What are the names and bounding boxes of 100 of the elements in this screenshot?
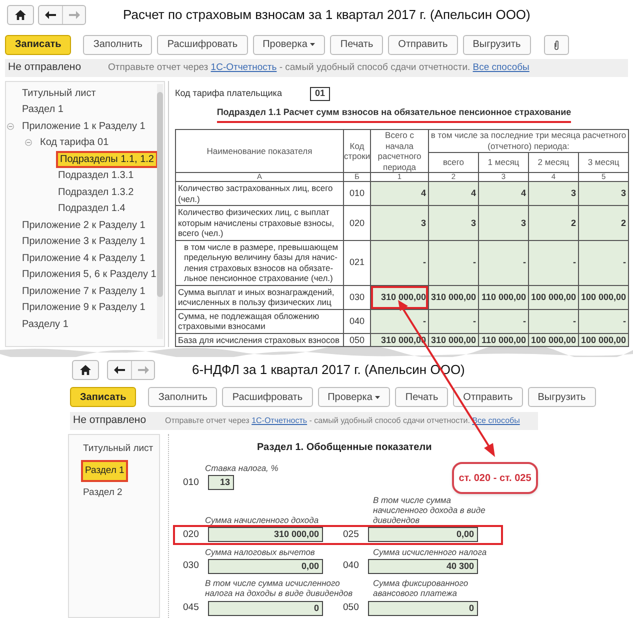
value-cell[interactable]: - <box>578 240 629 285</box>
value-cell[interactable]: 3 <box>478 206 528 240</box>
value-cell[interactable]: 4 <box>428 182 478 206</box>
column-header: Код строки <box>344 130 370 172</box>
row-label: в том числе в размере, превышающем предельную величину базы для начис- ления страховых взносов на обязате- льное пенсионное страхование (чел.) <box>176 240 344 285</box>
input-field[interactable]: 310 000,00 <box>208 527 323 542</box>
toolbar-button[interactable]: Расшифровать <box>222 387 313 407</box>
column-header: в том числе за последние три месяца расчетного (отчетного) периода: <box>428 130 629 152</box>
tree-item[interactable]: Подраздел 1.3.2 <box>56 186 136 199</box>
caret-icon <box>375 396 380 398</box>
input-field[interactable]: 13 <box>208 475 234 490</box>
save-button[interactable]: Записать <box>5 34 72 54</box>
value-cell[interactable]: - <box>428 309 478 333</box>
value-cell[interactable]: 2 <box>528 206 578 240</box>
value-cell[interactable]: - <box>528 309 578 333</box>
home-button[interactable] <box>72 360 99 380</box>
value-cell[interactable]: 3 <box>578 182 629 206</box>
save-button[interactable]: Записать <box>70 387 136 407</box>
input-field[interactable]: 0 <box>208 600 323 616</box>
tree-item[interactable]: Приложение 2 к Разделу 1 <box>20 218 148 232</box>
tree-item[interactable]: Титульный лист <box>20 86 98 100</box>
reporting-link[interactable]: 1С-Отчетность <box>210 62 277 73</box>
tree-item[interactable]: Подраздел 1.4 <box>56 202 128 216</box>
input-field[interactable]: 0,00 <box>368 527 478 542</box>
value-cell[interactable]: - <box>478 309 528 333</box>
value-cell[interactable]: - <box>370 240 428 285</box>
tree-item[interactable]: Приложение 7 к Разделу 1 <box>20 284 148 298</box>
tree-item[interactable]: Код тарифа 01 <box>38 136 111 150</box>
value-cell[interactable]: 2 <box>578 206 629 240</box>
value-cell[interactable]: 100 000,00 <box>578 285 629 309</box>
home-button[interactable] <box>7 5 34 25</box>
toolbar-button[interactable]: Выгрузить <box>528 387 596 407</box>
value-cell[interactable]: 100 000,00 <box>528 333 578 346</box>
value-cell[interactable]: 4 <box>478 182 528 206</box>
tree-item[interactable]: Приложение 9 к Разделу 1 <box>20 301 148 314</box>
toolbar-button[interactable]: Расшифровать <box>157 34 248 54</box>
field-label: Ставка налога, % <box>205 463 280 473</box>
tree-item[interactable]: Подраздел 1.3.1 <box>56 169 136 182</box>
home-icon <box>15 10 26 20</box>
tree-item[interactable]: Приложения 5, 6 к Разделу 1 <box>20 268 158 282</box>
column-header: 2 месяц <box>528 152 578 172</box>
status-label: Не отправлено <box>8 60 82 76</box>
row-label: Количество физических лиц, с выплат которым начислены страховые взносы, всего (чел.) <box>176 206 344 240</box>
value-cell[interactable]: 3 <box>428 206 478 240</box>
row-code: 030 <box>344 285 370 309</box>
value-cell[interactable]: 110 000,00 <box>478 285 528 309</box>
field-label: Сумма фиксированного авансового платежа <box>373 578 470 598</box>
value-cell[interactable]: 110 000,00 <box>478 333 528 346</box>
home-icon <box>80 365 91 375</box>
tree-item[interactable]: Разделу 1 <box>20 318 70 331</box>
input-field[interactable]: 40 300 <box>368 558 478 574</box>
reporting-link[interactable]: 1С-Отчетность <box>252 416 308 425</box>
field-code: 020 <box>183 528 200 542</box>
toolbar-button[interactable]: Выгрузить <box>462 34 531 54</box>
row-label: Количество застрахованных лиц, всего (чел.) <box>176 182 344 206</box>
status-message: Отправьте отчет через 1С-Отчетность - самый удобный способ сдачи отчетности. Все способы <box>108 60 530 75</box>
toolbar-button[interactable]: Заполнить <box>83 34 152 54</box>
back-arrow-icon <box>45 11 56 19</box>
callout: ст. 020 - ст. 025 <box>452 462 538 494</box>
toolbar-button[interactable]: Печать <box>330 34 384 54</box>
field-code: 030 <box>183 559 200 574</box>
tree-item[interactable]: Раздел 1 <box>81 460 128 482</box>
tree-item[interactable]: Раздел 1 <box>20 103 66 116</box>
tree-item[interactable]: Раздел 2 <box>81 486 124 500</box>
column-header: 3 месяц <box>578 152 629 172</box>
value-cell[interactable]: 310 000,00 <box>428 285 478 309</box>
value-cell[interactable]: 310 000,00 <box>428 333 478 346</box>
value-cell[interactable]: 100 000,00 <box>578 333 629 346</box>
tree-item[interactable]: Приложение 3 к Разделу 1 <box>20 235 148 248</box>
tree-item[interactable]: Подразделы 1.1, 1.2 <box>56 150 158 168</box>
toolbar-button[interactable]: Отправить <box>388 34 458 54</box>
value-cell[interactable]: 310 000,00 <box>370 285 428 309</box>
tree-item[interactable]: Приложение 4 к Разделу 1 <box>20 252 148 265</box>
input-field[interactable]: 0 <box>368 600 478 616</box>
value-cell[interactable]: 3 <box>528 182 578 206</box>
tree-item[interactable]: Титульный лист <box>81 442 156 456</box>
field-code: 045 <box>183 601 200 615</box>
attach-button[interactable] <box>544 34 569 54</box>
value-cell[interactable]: - <box>528 240 578 285</box>
row-label: Сумма выплат и иных вознаграждений, исчисленных в пользу физических лиц <box>176 285 344 309</box>
dropdown-button[interactable]: Проверка <box>318 387 390 407</box>
value-cell[interactable]: - <box>428 240 478 285</box>
dropdown-button[interactable]: Проверка <box>252 34 326 54</box>
value-cell[interactable]: 100 000,00 <box>528 285 578 309</box>
value-cell[interactable]: - <box>578 309 629 333</box>
toolbar-button[interactable]: Заполнить <box>148 387 218 407</box>
toolbar-button[interactable]: Отправить <box>453 387 523 407</box>
field-code: 040 <box>343 559 360 574</box>
value-cell[interactable]: 4 <box>370 182 428 206</box>
field-code: 025 <box>343 528 360 542</box>
field-label: Код тарифа плательщика <box>175 87 283 100</box>
value-cell[interactable]: - <box>478 240 528 285</box>
value-cell[interactable]: - <box>370 309 428 333</box>
all-methods-link[interactable]: Все способы <box>472 62 530 73</box>
value-cell[interactable]: 3 <box>370 206 428 240</box>
tree-item[interactable]: Приложение 1 к Разделу 1 <box>20 120 148 133</box>
caret-icon <box>310 43 316 46</box>
scrollbar-thumb[interactable] <box>157 92 163 297</box>
toolbar-button[interactable]: Печать <box>395 387 448 407</box>
input-field[interactable]: 0,00 <box>208 558 323 574</box>
